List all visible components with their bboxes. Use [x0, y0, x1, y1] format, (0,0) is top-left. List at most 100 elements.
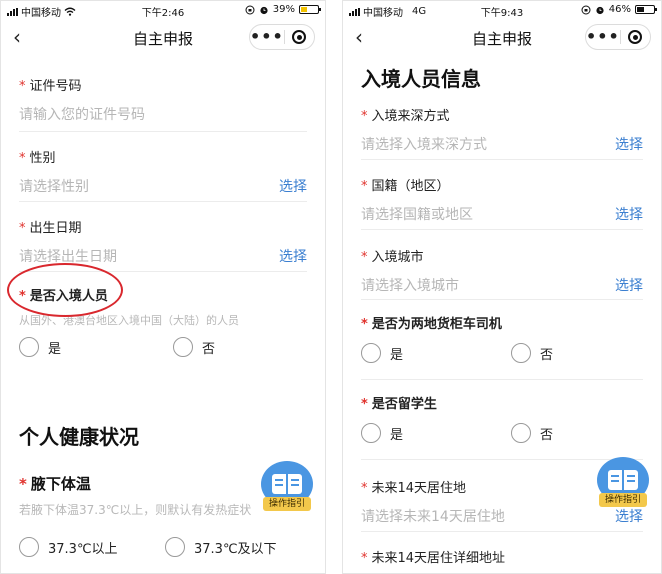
- required-mark: *: [361, 250, 368, 265]
- entry-method-select[interactable]: 请选择入境来深方式: [361, 134, 643, 154]
- field-label: 入境来深方式: [371, 109, 450, 124]
- radio-circle: [165, 537, 185, 557]
- radio-label: 否: [202, 341, 216, 357]
- birth-date-choose-button[interactable]: 选择: [279, 246, 307, 266]
- alarm-icon: [260, 6, 268, 14]
- divider: [361, 229, 643, 230]
- entry-city-choose-button[interactable]: 选择: [615, 275, 643, 295]
- divider: [361, 531, 643, 532]
- radio-circle: [511, 343, 531, 363]
- required-mark: *: [361, 551, 368, 566]
- guide-label: 操作指引: [263, 497, 311, 511]
- radio-circle: [361, 423, 381, 443]
- book-icon: [608, 470, 638, 490]
- operation-guide-button[interactable]: 操作指引: [261, 461, 313, 515]
- target-icon: [628, 30, 643, 44]
- nav-bar: ‹ 自主申报 •••: [343, 19, 661, 55]
- battery-percent: 46%: [608, 4, 631, 15]
- health-section-title: 个人健康状况: [19, 425, 139, 449]
- radio-label: 37.3℃以上: [48, 541, 118, 557]
- temperature-question: * 腋下体温: [19, 473, 91, 494]
- radio-circle: [19, 537, 39, 557]
- id-number-field[interactable]: * 证件号码 请输入您的证件号码: [19, 75, 307, 124]
- field-label: 出生日期: [29, 221, 82, 236]
- entry-person-options: 是 否: [19, 337, 307, 361]
- radio-below-37-3[interactable]: 37.3℃及以下: [165, 537, 277, 557]
- divider: [361, 299, 643, 300]
- status-bar: 中国移动 4G 下午9:43 46%: [343, 1, 661, 19]
- field-label: 入境城市: [371, 250, 424, 265]
- entry-city-field[interactable]: * 入境城市 请选择入境城市 选择: [361, 246, 643, 295]
- nationality-select[interactable]: 请选择国籍或地区: [361, 204, 643, 224]
- entry-city-select[interactable]: 请选择入境城市: [361, 275, 643, 295]
- radio-yes[interactable]: 是: [361, 423, 403, 443]
- required-mark: *: [361, 481, 368, 496]
- gender-field[interactable]: * 性别 请选择性别 选择: [19, 147, 307, 196]
- required-mark: *: [361, 397, 368, 412]
- nationality-field[interactable]: * 国籍（地区） 请选择国籍或地区 选择: [361, 175, 643, 224]
- status-bar: 中国移动 下午2:46 39%: [1, 1, 325, 19]
- divider: [19, 201, 307, 202]
- radio-circle: [19, 337, 39, 357]
- orientation-lock-icon: [581, 5, 591, 14]
- radio-label: 否: [540, 427, 554, 443]
- radio-above-37-3[interactable]: 37.3℃以上: [19, 537, 118, 557]
- field-label: 性别: [29, 151, 56, 166]
- radio-no[interactable]: 否: [511, 343, 553, 363]
- birth-date-field[interactable]: * 出生日期 请选择出生日期 选择: [19, 217, 307, 266]
- radio-no[interactable]: 否: [511, 423, 553, 443]
- battery-icon: [299, 5, 321, 14]
- orientation-lock-icon: [245, 5, 255, 14]
- guide-label: 操作指引: [599, 493, 647, 507]
- book-icon: [272, 474, 302, 494]
- divider: [19, 131, 307, 132]
- more-icon[interactable]: •••: [250, 26, 284, 48]
- required-mark: *: [19, 79, 26, 94]
- required-mark: *: [19, 151, 26, 166]
- question-label: 是否为两地货柜车司机: [371, 317, 502, 332]
- truck-driver-question: * 是否为两地货柜车司机: [361, 313, 643, 332]
- entry-info-section-title: 入境人员信息: [361, 67, 481, 91]
- battery-icon: [635, 5, 657, 14]
- battery-percent: 39%: [272, 4, 295, 15]
- operation-guide-button[interactable]: 操作指引: [597, 457, 649, 511]
- student-options: 是 否: [361, 423, 643, 447]
- radio-yes[interactable]: 是: [361, 343, 403, 363]
- field-label: 未来14天居住详细地址: [371, 551, 506, 566]
- truck-driver-options: 是 否: [361, 343, 643, 367]
- mini-program-capsule: •••: [585, 24, 651, 50]
- close-mini-program-button[interactable]: [285, 30, 314, 44]
- field-label: 未来14天居住地: [371, 481, 467, 496]
- question-label: 是否留学生: [371, 397, 437, 412]
- field-label: 国籍（地区）: [371, 179, 450, 194]
- left-phone-screen: 中国移动 下午2:46 39% ‹ 自主申报 ••• * 证件号码 请输入您的证件…: [0, 0, 326, 574]
- entry-method-field[interactable]: * 入境来深方式 请选择入境来深方式 选择: [361, 105, 643, 154]
- required-mark: *: [19, 221, 26, 236]
- gender-select[interactable]: 请选择性别: [19, 176, 307, 196]
- address-field[interactable]: * 未来14天居住详细地址: [361, 547, 643, 566]
- nationality-choose-button[interactable]: 选择: [615, 204, 643, 224]
- more-icon[interactable]: •••: [586, 26, 620, 48]
- radio-label: 是: [48, 341, 62, 357]
- entry-method-choose-button[interactable]: 选择: [615, 134, 643, 154]
- nav-bar: ‹ 自主申报 •••: [1, 19, 325, 55]
- field-label: 证件号码: [29, 79, 82, 94]
- gender-choose-button[interactable]: 选择: [279, 176, 307, 196]
- radio-circle: [511, 423, 531, 443]
- radio-circle: [173, 337, 193, 357]
- highlight-circle: [7, 263, 123, 317]
- radio-label: 37.3℃及以下: [194, 541, 277, 557]
- close-mini-program-button[interactable]: [621, 30, 650, 44]
- radio-yes[interactable]: 是: [19, 337, 61, 357]
- required-mark: *: [361, 109, 368, 124]
- radio-label: 是: [390, 427, 404, 443]
- radio-no[interactable]: 否: [173, 337, 215, 357]
- radio-circle: [361, 343, 381, 363]
- required-mark: *: [19, 475, 27, 493]
- radio-label: 否: [540, 347, 554, 363]
- alarm-icon: [596, 6, 604, 14]
- mini-program-capsule: •••: [249, 24, 315, 50]
- required-mark: *: [361, 179, 368, 194]
- temperature-options: 37.3℃以上 37.3℃及以下: [19, 537, 307, 561]
- id-number-input[interactable]: 请输入您的证件号码: [19, 104, 307, 124]
